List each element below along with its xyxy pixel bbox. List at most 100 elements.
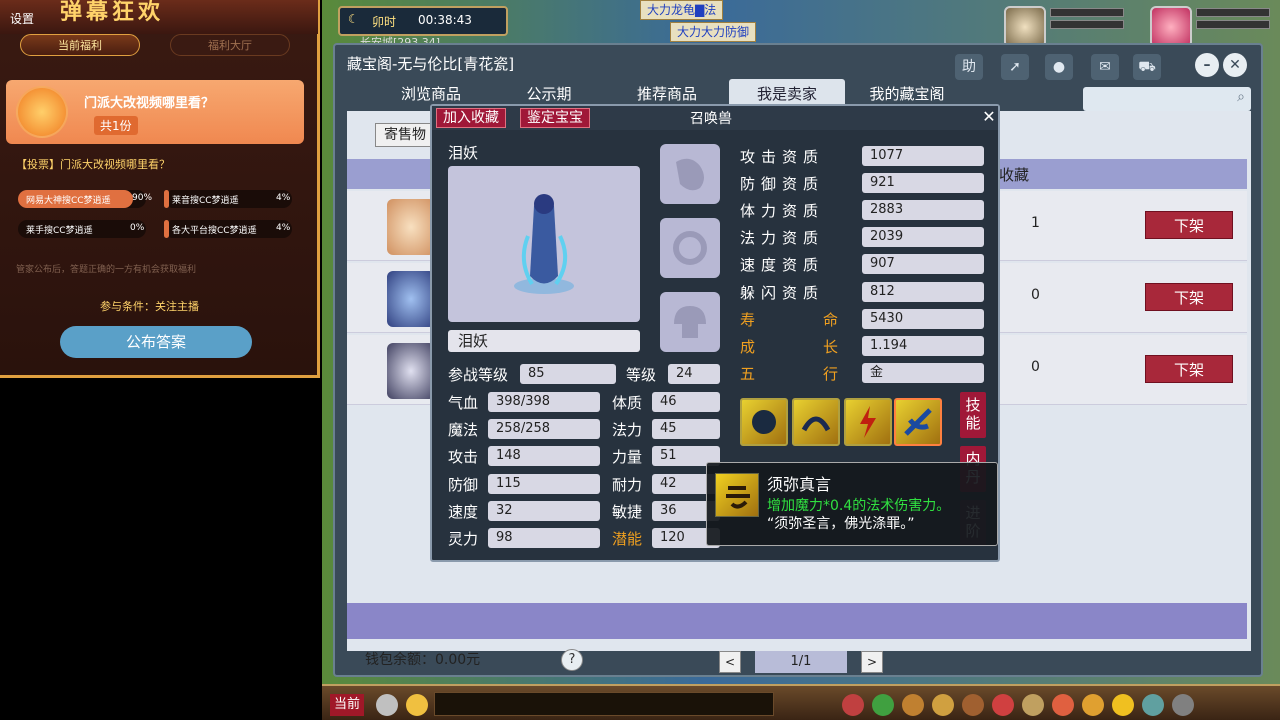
- help-icon[interactable]: ?: [561, 649, 583, 671]
- aptitude-value: 921: [862, 173, 984, 193]
- stat-value: 115: [488, 474, 600, 494]
- appraise-pet-button[interactable]: 鉴定宝宝: [520, 108, 590, 128]
- pet-thumbnail: [387, 199, 435, 255]
- armor-icon: [673, 231, 707, 265]
- game-clock: 00:38:43: [418, 13, 472, 27]
- delist-button[interactable]: 下架: [1145, 355, 1233, 383]
- mic-icon[interactable]: [376, 694, 398, 716]
- search-icon[interactable]: ⌕: [1237, 89, 1245, 105]
- vote-percent: 4%: [276, 223, 291, 233]
- skill-quote: “须弥圣言，佛光涤罪。”: [767, 516, 915, 532]
- fav-count: 0: [1031, 287, 1040, 303]
- tab-public[interactable]: 公示期: [491, 79, 607, 107]
- stat-label: 防御: [448, 476, 479, 494]
- vote-option[interactable]: 各大平台搜CC梦逍遥: [164, 220, 292, 238]
- attr-label: 法力: [612, 421, 643, 439]
- help-button[interactable]: 助: [955, 54, 983, 80]
- player-avatar[interactable]: [1150, 6, 1192, 48]
- close-icon[interactable]: ✕: [1223, 53, 1247, 77]
- skill-sumeru-icon: [715, 473, 759, 517]
- tab-recommended[interactable]: 推荐商品: [609, 79, 725, 107]
- participation-condition: 参与条件：关注主播: [100, 300, 199, 313]
- chat-input[interactable]: [434, 692, 774, 716]
- stat-value: 258/258: [488, 419, 600, 439]
- publish-answer-button[interactable]: 公布答案: [60, 326, 252, 358]
- aptitude-label: 攻击资质: [740, 148, 825, 166]
- next-page-button[interactable]: >: [861, 651, 883, 673]
- vote-option[interactable]: 网易大神搜CC梦逍遥: [18, 190, 146, 208]
- bag-icon[interactable]: [902, 694, 924, 716]
- tab-current-welfare[interactable]: 当前福利: [20, 34, 140, 56]
- footer-bar: [347, 603, 1247, 639]
- stat-label: 气血: [448, 394, 479, 412]
- skill-thunder-icon: [860, 406, 876, 438]
- record-icon[interactable]: ●: [1045, 54, 1073, 80]
- cart-icon[interactable]: ⛟: [1133, 54, 1161, 80]
- skill-slot[interactable]: [740, 398, 788, 446]
- quest-icon[interactable]: [992, 694, 1014, 716]
- team-icon[interactable]: [932, 694, 954, 716]
- pet-avatar[interactable]: [1004, 6, 1046, 48]
- close-icon[interactable]: ✕: [980, 108, 998, 126]
- share-icon[interactable]: ➚: [1001, 54, 1029, 80]
- moon-icon: ☾: [348, 12, 359, 26]
- emote-icon[interactable]: [406, 694, 428, 716]
- fav-count: 1: [1031, 215, 1040, 231]
- delist-button[interactable]: 下架: [1145, 283, 1233, 311]
- smile-icon[interactable]: [1112, 694, 1134, 716]
- item-icon[interactable]: [872, 694, 894, 716]
- tab-seller[interactable]: 我是卖家: [729, 79, 845, 107]
- stat-value: 398/398: [488, 392, 600, 412]
- vote-note: 管家公布后，答题正确的一方有机会获取福利: [16, 265, 197, 275]
- attr-label: 耐力: [612, 476, 643, 494]
- skills-tab[interactable]: 技能: [960, 392, 986, 438]
- skill-slot-selected[interactable]: [894, 398, 942, 446]
- channel-current-button[interactable]: 当前: [330, 694, 364, 716]
- equip-slot-collar[interactable]: [660, 144, 720, 204]
- attr-value: 45: [652, 419, 720, 439]
- tab-my-pavilion[interactable]: 我的藏宝阁: [849, 79, 965, 107]
- pet-figure-icon: [514, 194, 574, 294]
- stat-value: 32: [488, 501, 600, 521]
- aptitude-label: 体力资质: [740, 202, 825, 220]
- guild-icon[interactable]: [1082, 694, 1104, 716]
- battle-level-label: 参战等级: [448, 366, 509, 384]
- minimize-icon[interactable]: –: [1195, 53, 1219, 77]
- search-input[interactable]: ⌕: [1083, 87, 1251, 111]
- helmet-icon: [674, 306, 706, 338]
- attack-icon[interactable]: [842, 694, 864, 716]
- settings-icon[interactable]: [1172, 694, 1194, 716]
- time-hud: ☾ 卯时 00:38:43: [338, 6, 508, 36]
- pet-name-field[interactable]: 泪妖: [448, 330, 640, 352]
- equip-slot-armor[interactable]: [660, 218, 720, 278]
- stat-label: 攻击: [448, 448, 479, 466]
- equip-slot-helmet[interactable]: [660, 292, 720, 352]
- event-banner: 弹幕狂欢: [60, 0, 165, 25]
- vote-option[interactable]: 莱音搜CC梦逍遥: [164, 190, 292, 208]
- system-icon[interactable]: [1142, 694, 1164, 716]
- settings-link[interactable]: 设置: [10, 10, 34, 27]
- aptitude-label: 防御资质: [740, 175, 825, 193]
- skill-slot[interactable]: [792, 398, 840, 446]
- fav-count: 0: [1031, 359, 1040, 375]
- vote-percent: 0%: [130, 223, 145, 233]
- add-favorite-button[interactable]: 加入收藏: [436, 108, 506, 128]
- vote-option[interactable]: 莱手搜CC梦逍遥: [18, 220, 146, 238]
- aptitude-value: 907: [862, 254, 984, 274]
- growth-value: 1.194: [862, 336, 984, 356]
- gift-icon[interactable]: [1052, 694, 1074, 716]
- pet-icon[interactable]: [962, 694, 984, 716]
- attr-label: 力量: [612, 448, 643, 466]
- friend-icon[interactable]: [1022, 694, 1044, 716]
- aptitude-label: 速度资质: [740, 256, 825, 274]
- chat-icon[interactable]: ✉: [1091, 54, 1119, 80]
- delist-button[interactable]: 下架: [1145, 211, 1233, 239]
- tab-browse[interactable]: 浏览商品: [373, 79, 489, 107]
- grade-label: 等级: [626, 366, 657, 384]
- prev-page-button[interactable]: <: [719, 651, 741, 673]
- vote-label: 莱手搜CC梦逍遥: [26, 226, 93, 236]
- tab-welfare-hall[interactable]: 福利大厅: [170, 34, 290, 56]
- skill-slot[interactable]: [844, 398, 892, 446]
- window-title: 藏宝阁-无与伦比[青花瓷]: [347, 55, 515, 73]
- stat-label: 魔法: [448, 421, 479, 439]
